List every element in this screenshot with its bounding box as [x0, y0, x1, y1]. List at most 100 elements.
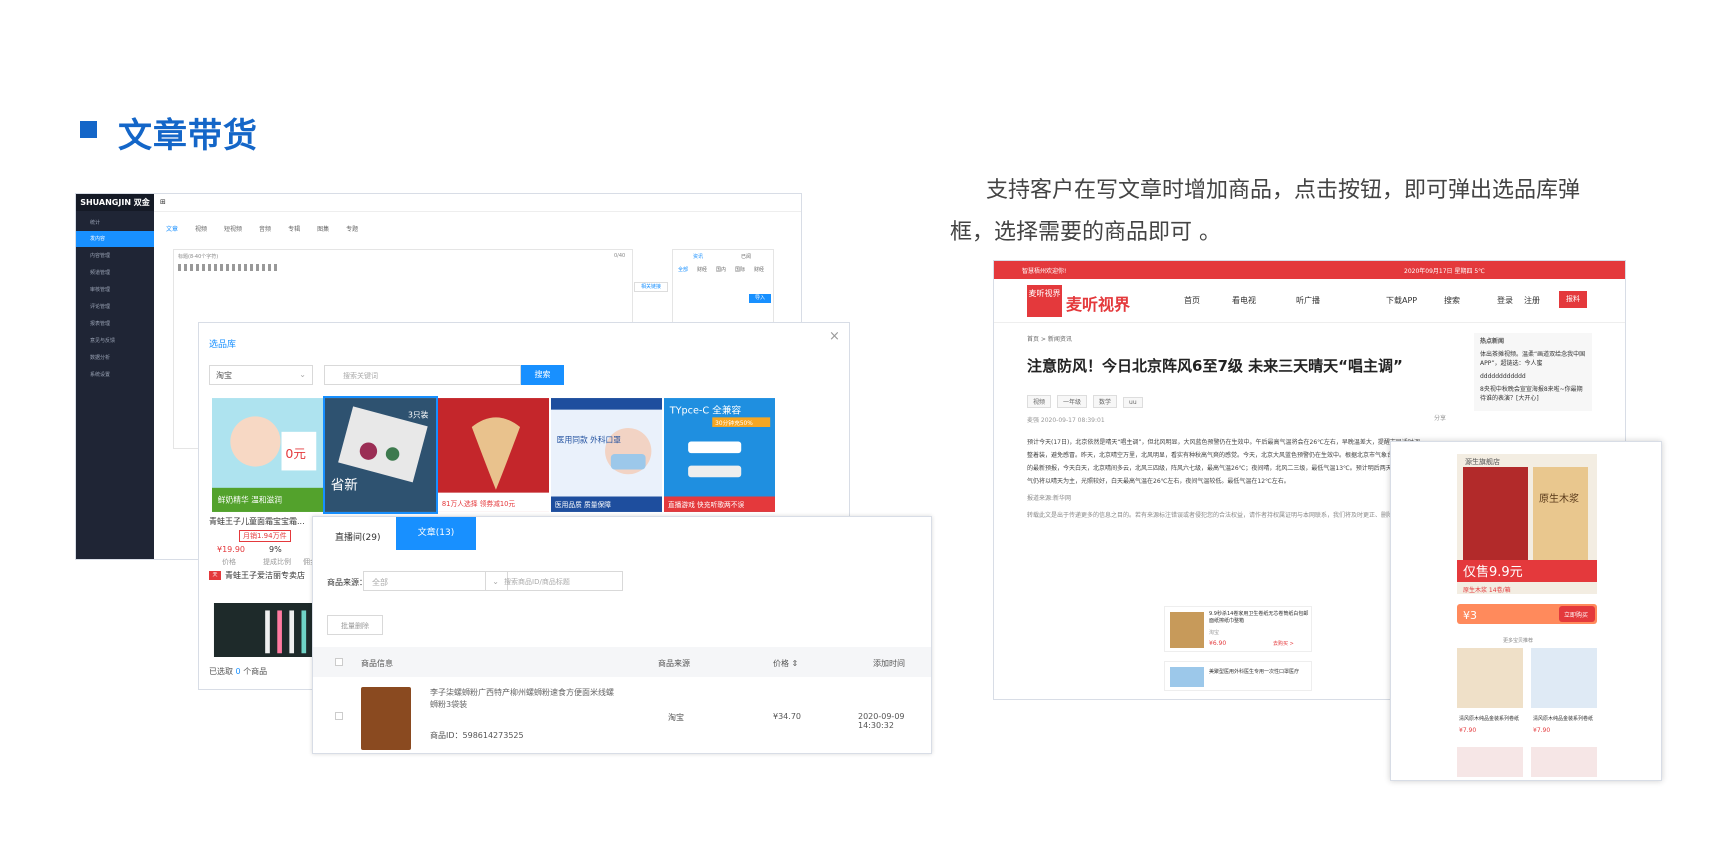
sidebar-item-content[interactable]: 内容管理 — [76, 248, 154, 264]
news-import-panel: 资讯 已阅 全部 财经 国内 国际 财经 导入 — [672, 249, 774, 324]
product-card[interactable]: 0元鲜奶精华 温和滋润 — [210, 396, 325, 514]
chevron-down-icon: ⌄ — [299, 370, 306, 379]
tab-topic[interactable]: 专题 — [346, 226, 358, 233]
tab-short-video[interactable]: 短视频 — [224, 226, 242, 233]
sidebar-item-review[interactable]: 审核管理 — [76, 282, 154, 298]
col-price[interactable]: 价格 ⇕ — [773, 658, 798, 669]
mobile-item-price: ¥7.90 — [1459, 727, 1476, 734]
product-card[interactable]: 81万人选择 领券减10元 — [436, 396, 551, 514]
nav-search[interactable]: 搜索 — [1444, 295, 1460, 306]
tab-video[interactable]: 视频 — [195, 226, 207, 233]
product-card[interactable] — [210, 601, 325, 659]
product-tag: 直播游戏 快充听歌两不误 — [668, 500, 745, 509]
panel-import-button[interactable]: 导入 — [749, 294, 771, 303]
goods-card-image — [1170, 667, 1204, 687]
admin-topbar: ⊞ ● 管理 — [154, 194, 801, 212]
tab-live-room[interactable]: 直播间(29) — [335, 530, 380, 543]
editor-toolbar[interactable] — [178, 264, 278, 271]
tab-audio[interactable]: 音频 — [259, 226, 271, 233]
mobile-product-tag: 原生木浆 — [1539, 492, 1579, 505]
mobile-price-label: 仅售9.9元 — [1463, 564, 1523, 580]
article-copyright: 转载此文是出于传递更多的信息之目的。若有来源标注错误或者侵犯您的合法权益，请作者… — [1027, 512, 1412, 519]
panel-chip[interactable]: 国内 — [716, 266, 726, 273]
product-image: TYpce-C 全兼容 30分钟充50% 直播游戏 快充听歌两不误 — [664, 398, 775, 512]
tag[interactable]: 数学 — [1093, 395, 1118, 408]
product-tag: 鲜奶精华 温和滋润 — [218, 494, 282, 504]
close-icon[interactable]: × — [829, 329, 840, 344]
hot-news-item[interactable]: 8央视中秋晚会宣宣海报8来啦~你最期待谁的表演？[大开心] — [1480, 385, 1586, 403]
goods-search-input[interactable]: 搜索商品ID/商品标题 — [485, 571, 623, 591]
source-value: 全部 — [372, 578, 388, 587]
selected-suffix: 个商品 — [243, 667, 268, 676]
nav-radio[interactable]: 听广播 — [1296, 295, 1320, 306]
nav-tv[interactable]: 看电视 — [1232, 295, 1256, 306]
keyword-search-input[interactable]: 搜索关键词 — [324, 365, 521, 385]
sidebar-item-analytics[interactable]: 数据分析 — [76, 350, 154, 366]
tag[interactable]: 视频 — [1027, 395, 1052, 408]
report-button[interactable]: 报料 — [1559, 291, 1587, 308]
admin-sidebar: SHUANGJIN 双金 统计 发内容 内容管理 频道管理 审核管理 评论管理 … — [76, 194, 154, 559]
tag[interactable]: 一年级 — [1057, 395, 1088, 408]
panel-tab-read[interactable]: 已阅 — [741, 253, 751, 260]
mobile-coupon: ¥3 — [1463, 609, 1477, 622]
tab-gallery[interactable]: 图集 — [317, 226, 329, 233]
mobile-item-price: ¥7.90 — [1533, 727, 1550, 734]
site-brand[interactable]: 麦听视界 — [1066, 291, 1130, 315]
dialog-title: 选品库 — [209, 340, 237, 350]
nav-home[interactable]: 首页 — [1184, 295, 1200, 306]
sidebar-item-feedback[interactable]: 意见与反馈 — [76, 333, 154, 349]
nav-login[interactable]: 登录 — [1497, 295, 1513, 306]
panel-chip[interactable]: 财经 — [754, 266, 764, 273]
tag[interactable]: uu — [1123, 397, 1143, 408]
tmall-icon: 天 — [209, 571, 221, 580]
panel-chip[interactable]: 国际 — [735, 266, 745, 273]
goods-card[interactable]: 美聚型医用外科医生专用一次性口罩医疗 — [1164, 661, 1312, 691]
product-card[interactable]: TYpce-C 全兼容 30分钟充50% 直播游戏 快充听歌两不误 — [662, 396, 777, 514]
tab-article-goods[interactable]: 文章(13) — [396, 517, 476, 550]
mobile-buy-label: 立即购买 — [1564, 611, 1588, 619]
nav-register[interactable]: 注册 — [1524, 295, 1540, 306]
product-image — [213, 603, 322, 657]
platform-select[interactable]: 淘宝 ⌄ — [209, 365, 313, 385]
date-text: 2020年09月17日 星期四 5℃ — [1404, 268, 1485, 275]
table-row[interactable]: 李子柒螺蛳粉广西特产柳州螺蛳粉速食方便面米线螺蛳粉3袋装 商品ID：598614… — [313, 677, 931, 753]
panel-chip[interactable]: 全部 — [678, 266, 688, 273]
page-title: 文章带货 — [118, 116, 258, 156]
article-goods-panel: 直播间(29) 文章(13) 商品来源： 全部 ⌄ 搜索商品ID/商品标题 批量删… — [312, 516, 932, 754]
sidebar-item-reports[interactable]: 报表管理 — [76, 316, 154, 332]
product-card-selected[interactable]: 3只装 省新 — [323, 396, 438, 514]
grid-icon[interactable]: ⊞ — [160, 198, 166, 206]
panel-chip[interactable]: 财经 — [697, 266, 707, 273]
article-body: 预计今天(17日)，北京依然是晴天“唱主调”，但北风明显，大风蓝色预警仍在生效中… — [1027, 436, 1422, 522]
goods-card[interactable]: 9.9秒杀14卷家用卫生卷纸无芯卷筒纸白包邮面纸擦纸巾整箱 淘宝 ¥6.90 去… — [1164, 606, 1312, 652]
sidebar-item-stats[interactable]: 统计 — [76, 215, 154, 231]
sidebar-item-channel[interactable]: 频道管理 — [76, 265, 154, 281]
tab-article[interactable]: 文章 — [166, 226, 178, 233]
hot-news-item[interactable]: 体出茶摊视频。温柔“画道双给念我中国APP”，超链选：今人蜜 — [1480, 350, 1586, 368]
share-button[interactable]: 分享 — [1434, 413, 1446, 422]
breadcrumb: 首页 > 新闻资讯 — [1027, 336, 1072, 343]
product-tag: 81万人选择 领券减10元 — [442, 499, 516, 508]
editor-title-placeholder[interactable]: 标题(8-40个字符) — [178, 253, 218, 260]
goods-card-shop: 淘宝 — [1209, 630, 1220, 636]
product-card[interactable]: 医用同款 外科口罩 医用品质 质量保障 — [549, 396, 664, 514]
sidebar-item-publish[interactable]: 发内容 — [76, 231, 154, 247]
row-checkbox[interactable] — [335, 712, 343, 720]
select-all-checkbox[interactable] — [335, 658, 343, 666]
sidebar-item-comments[interactable]: 评论管理 — [76, 299, 154, 315]
hot-news-title: 热点新闻 — [1480, 338, 1505, 345]
table-header: 商品信息 商品来源 价格 ⇕ 添加时间 — [313, 647, 931, 677]
hot-news-item[interactable]: dddddddddddd — [1480, 372, 1586, 381]
product-overlay: 0元 — [285, 446, 306, 461]
search-button[interactable]: 搜索 — [521, 365, 564, 385]
bulk-delete-button[interactable]: 批量删除 — [327, 615, 383, 635]
nav-download-app[interactable]: 下载APP — [1386, 295, 1417, 306]
site-logo[interactable]: 麦听视界 — [1027, 285, 1062, 317]
tab-album[interactable]: 专辑 — [288, 226, 300, 233]
related-link-button[interactable]: 相关链接 — [634, 282, 668, 292]
sidebar-item-settings[interactable]: 系统设置 — [76, 367, 154, 383]
article-headline: 注意防风！今日北京阵风6至7级 未来三天晴天“唱主调” — [1027, 357, 1403, 375]
col-added-time: 添加时间 — [873, 659, 905, 668]
goods-card-buy-link[interactable]: 去购买 > — [1273, 640, 1294, 647]
panel-tab-news[interactable]: 资讯 — [693, 253, 703, 260]
